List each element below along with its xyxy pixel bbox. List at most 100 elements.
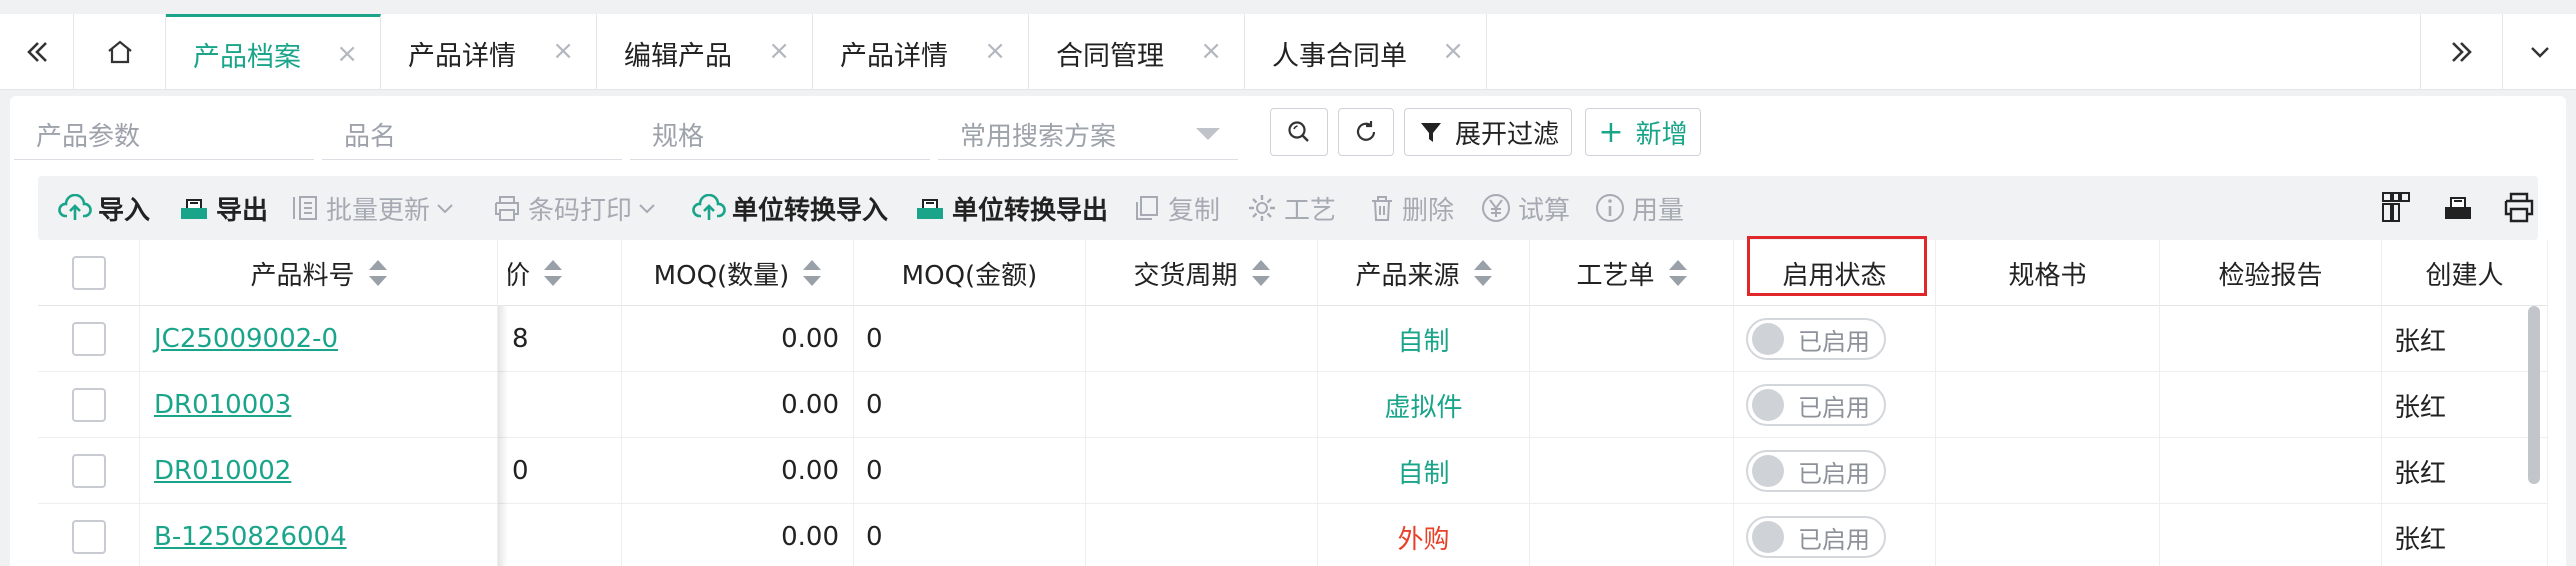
print-icon (495, 196, 519, 221)
status-toggle[interactable]: 已启用 (1746, 516, 1886, 558)
columns-icon[interactable] (2380, 190, 2412, 224)
close-icon[interactable]: × (768, 36, 790, 66)
print-icon[interactable] (2502, 190, 2536, 224)
product-code-cell[interactable]: DR010002 (140, 438, 498, 504)
header-spec-sheet[interactable]: 规格书 (1936, 240, 2160, 306)
sort-icon[interactable] (1473, 260, 1492, 286)
header-moq-qty[interactable]: MOQ(数量) (622, 240, 854, 306)
export-button[interactable]: 导出 (178, 188, 268, 228)
checkbox[interactable] (71, 454, 106, 488)
home-tab[interactable] (74, 14, 166, 89)
sort-icon[interactable] (1668, 260, 1687, 286)
add-button[interactable]: + 新增 (1585, 108, 1701, 156)
close-icon[interactable]: × (552, 36, 574, 66)
sort-icon[interactable] (368, 260, 387, 286)
header-select-all[interactable] (38, 240, 140, 306)
checkbox[interactable] (71, 322, 106, 356)
export-icon[interactable] (2442, 190, 2474, 224)
price-cell (508, 504, 622, 566)
header-inspection-report[interactable]: 检验报告 (2160, 240, 2382, 306)
tab-product-detail-2[interactable]: 产品详情 × (813, 14, 1029, 89)
search-button[interactable] (1270, 108, 1328, 156)
status-text: 已启用 (1798, 459, 1870, 488)
header-product-source[interactable]: 产品来源 (1318, 240, 1530, 306)
spec-input[interactable]: 规格 (630, 104, 930, 160)
close-icon[interactable]: × (1442, 36, 1464, 66)
table-row[interactable]: B-1250826004 0.00 0 外购 已启用 张红 (38, 504, 2548, 566)
header-product-code[interactable]: 产品料号 (140, 240, 498, 306)
batch-update-button[interactable]: 批量更新 (290, 188, 462, 228)
product-source-value: 外购 (1397, 524, 1450, 555)
product-name-input[interactable]: 品名 (322, 104, 622, 160)
checkbox[interactable] (71, 520, 106, 554)
tab-product-detail[interactable]: 产品详情 × (381, 14, 597, 89)
expand-filter-button[interactable]: 展开过滤 (1404, 108, 1572, 156)
status-toggle[interactable]: 已启用 (1746, 318, 1886, 360)
sort-icon[interactable] (803, 260, 822, 286)
product-code-link[interactable]: DR010003 (140, 390, 291, 420)
product-code-link[interactable]: JC25009002-0 (140, 324, 338, 354)
close-icon[interactable]: × (336, 39, 358, 69)
unit-convert-import-label: 单位转换导入 (732, 195, 889, 226)
product-code-cell[interactable]: JC25009002-0 (140, 306, 498, 372)
header-moq-amount[interactable]: MOQ(金额) (854, 240, 1086, 306)
row-select[interactable] (38, 306, 140, 372)
scroll-tabs-right-button[interactable] (2420, 14, 2502, 89)
scroll-tabs-left-button[interactable] (0, 14, 74, 89)
table-row[interactable]: DR010003 0.00 0 虚拟件 已启用 张红 (38, 372, 2548, 438)
status-toggle[interactable]: 已启用 (1746, 450, 1886, 492)
close-icon[interactable]: × (1200, 36, 1222, 66)
header-price[interactable]: 售价 (508, 240, 622, 306)
checkbox[interactable] (71, 256, 106, 290)
unit-convert-export-button[interactable]: 单位转换导出 (914, 188, 1108, 228)
product-code-link[interactable]: B-1250826004 (140, 522, 347, 552)
tab-edit-product[interactable]: 编辑产品 × (597, 14, 813, 89)
product-param-input[interactable]: 产品参数 (14, 104, 314, 160)
trial-calc-button[interactable]: 试算 (1480, 188, 1570, 228)
sort-icon[interactable] (544, 260, 563, 286)
action-toolbar: 导入 导出 批量更新 条码打印 单位转换导入 单位转换导出 复制 工艺 删除 试… (38, 176, 2538, 240)
inspection-report-cell (2160, 306, 2382, 372)
row-select[interactable] (38, 438, 140, 504)
enable-status-cell: 已启用 (1734, 438, 1936, 504)
status-toggle[interactable]: 已启用 (1746, 384, 1886, 426)
unit-convert-export-label: 单位转换导出 (952, 195, 1109, 226)
copy-label: 复制 (1168, 195, 1221, 226)
row-select[interactable] (38, 504, 140, 566)
header-process-sheet[interactable]: 工艺单 (1530, 240, 1734, 306)
toggle-knob (1752, 389, 1784, 421)
header-creator[interactable]: 创建人 (2382, 240, 2548, 306)
close-icon[interactable]: × (984, 36, 1006, 66)
header-lead-time[interactable]: 交货周期 (1086, 240, 1318, 306)
copy-button[interactable]: 复制 (1132, 188, 1220, 228)
tab-hr-contract[interactable]: 人事合同单 × (1245, 14, 1487, 89)
vertical-scrollbar[interactable] (2528, 306, 2540, 484)
row-select[interactable] (38, 372, 140, 438)
checkbox[interactable] (71, 388, 106, 422)
moq-qty-cell: 0.00 (622, 438, 854, 504)
gear-icon (1249, 195, 1275, 221)
delete-button[interactable]: 删除 (1368, 188, 1454, 228)
sort-icon[interactable] (1251, 260, 1270, 286)
barcode-print-button[interactable]: 条码打印 (492, 188, 664, 228)
usage-button[interactable]: 用量 (1594, 188, 1684, 228)
tab-menu-button[interactable] (2502, 14, 2576, 89)
unit-convert-import-button[interactable]: 单位转换导入 (692, 188, 888, 228)
table-row[interactable]: JC25009002-0 8 0.00 0 自制 已启用 张红 (38, 306, 2548, 372)
tab-contract-management[interactable]: 合同管理 × (1029, 14, 1245, 89)
product-source-value: 自制 (1397, 326, 1450, 357)
search-scheme-select[interactable]: 常用搜索方案 (938, 104, 1238, 160)
process-sheet-cell (1530, 306, 1734, 372)
product-table: 产品料号 售价 MOQ(数量) MOQ(金额) 交货周期 产品来源 工艺单 启用… (38, 240, 2548, 566)
product-code-cell[interactable]: DR010003 (140, 372, 498, 438)
spec-sheet-cell (1936, 504, 2160, 566)
moq-amount-cell: 0 (854, 438, 1086, 504)
table-row[interactable]: DR010002 0 0.00 0 自制 已启用 张红 (38, 438, 2548, 504)
creator-value: 张红 (2394, 524, 2447, 555)
product-code-cell[interactable]: B-1250826004 (140, 504, 498, 566)
product-code-link[interactable]: DR010002 (140, 456, 291, 486)
import-button[interactable]: 导入 (58, 188, 150, 228)
process-button[interactable]: 工艺 (1246, 188, 1336, 228)
refresh-button[interactable] (1338, 108, 1394, 156)
tab-product-archive[interactable]: 产品档案 × (166, 14, 381, 89)
